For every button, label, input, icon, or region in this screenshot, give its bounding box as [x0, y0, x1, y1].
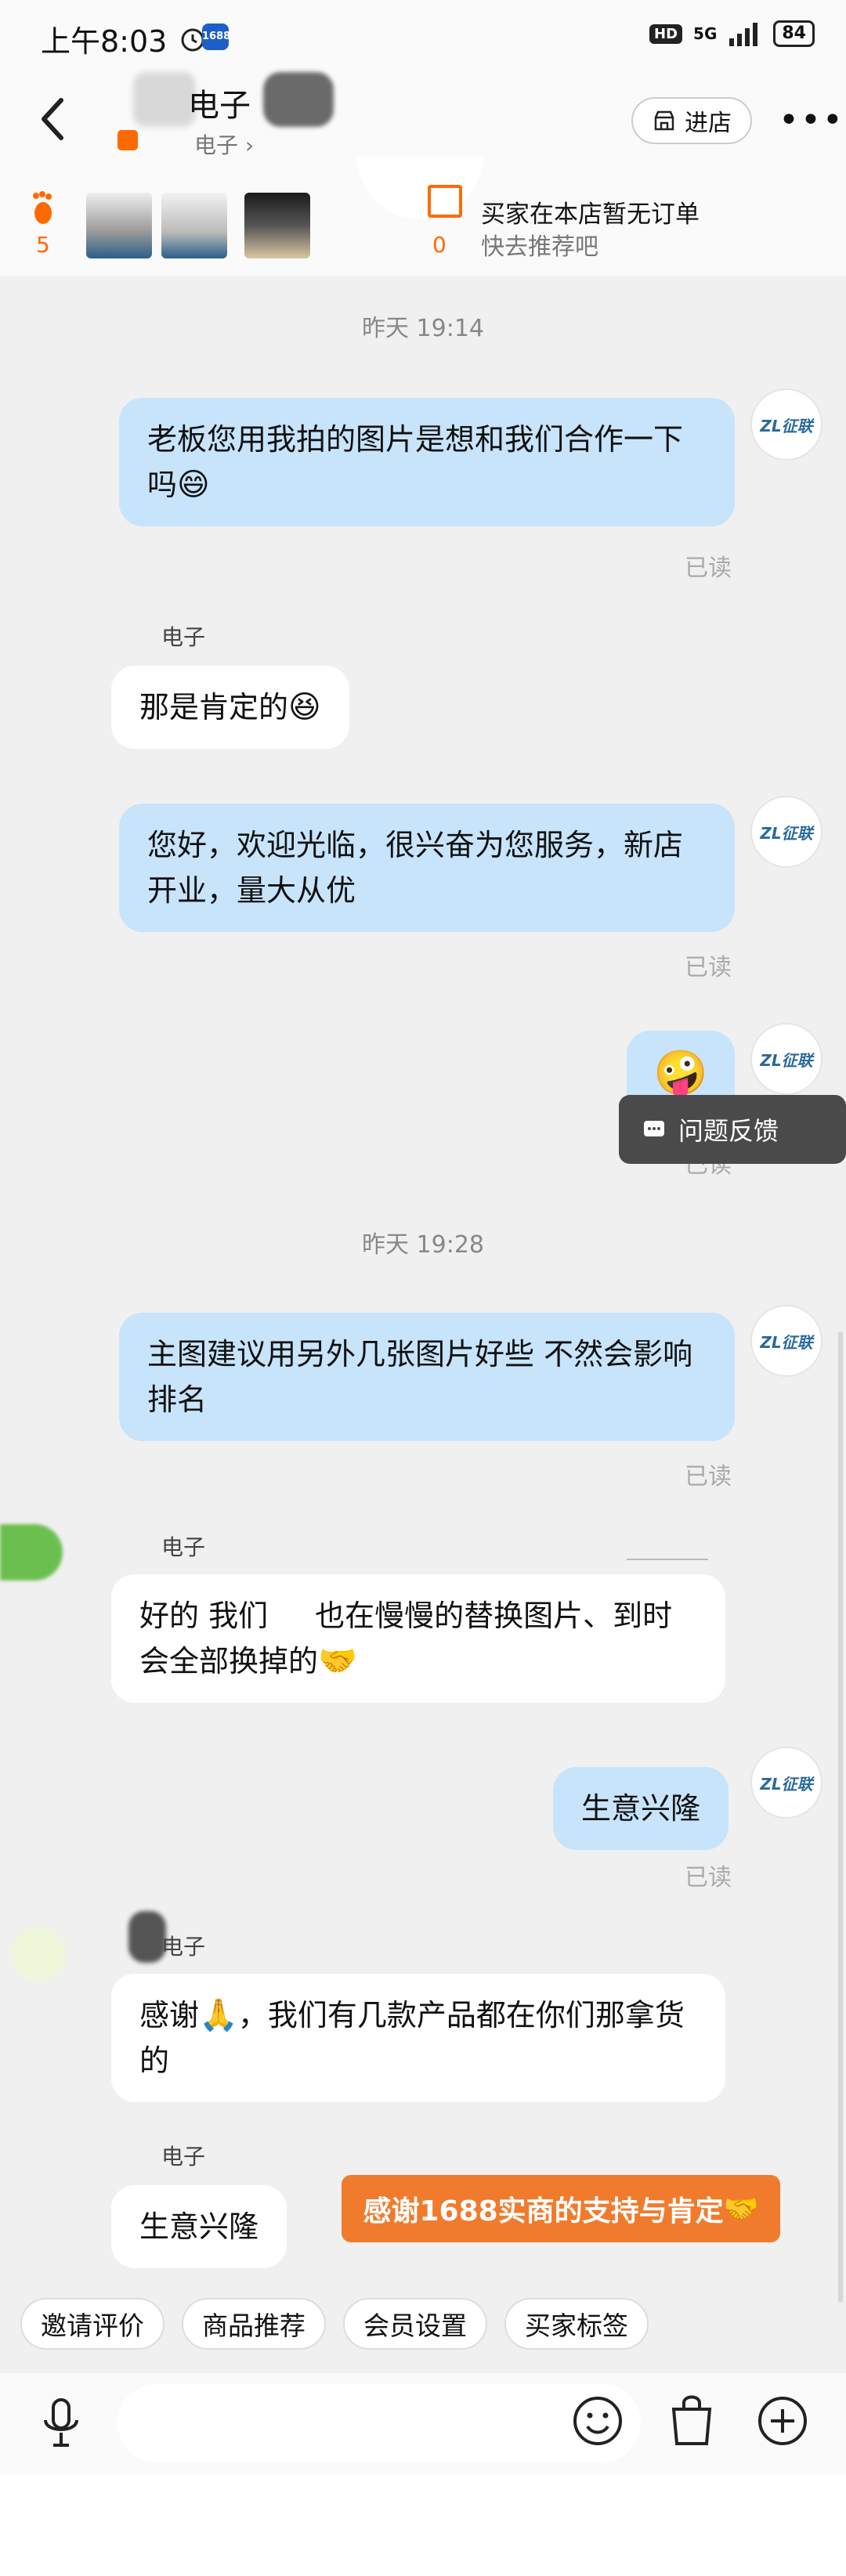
- avatar-logo: ZL征联: [760, 416, 813, 435]
- message-bubble-theirs[interactable]: 那是肯定的😆: [111, 666, 349, 749]
- message-text: 老板您用我拍的图片是想和我们合作一下吗: [147, 422, 684, 502]
- app-badge: 1688: [202, 23, 230, 50]
- message-bubble-mine[interactable]: 主图建议用另外几张图片好些 不然会影响排名: [119, 1313, 735, 1441]
- redacted-avatar: [133, 72, 196, 127]
- product-thumbnail[interactable]: [161, 193, 227, 258]
- avatar-logo: ZL征联: [760, 1332, 813, 1352]
- avatar-logo: ZL征联: [760, 1774, 813, 1794]
- microphone-icon[interactable]: [39, 2397, 83, 2455]
- zany-emoji: 🤪: [653, 1048, 708, 1099]
- sender-name: 电子: [161, 1534, 206, 1560]
- redacted-avatar: [11, 1927, 66, 1982]
- order-icon: [428, 185, 462, 218]
- message-text: 那是肯定的: [139, 690, 289, 724]
- thanks-badge: 感谢1688实商的支持与肯定 🤝: [342, 2175, 780, 2242]
- chat-subtitle[interactable]: 电子 ›: [194, 128, 254, 160]
- member-settings-chip[interactable]: 会员设置: [343, 2298, 487, 2350]
- message-bubble-theirs[interactable]: 好的 我们 也在慢慢的替换图片、到时会全部换掉的🤝: [111, 1574, 725, 1703]
- footprint-count: 5: [36, 232, 50, 258]
- hd-icon: HD: [649, 23, 683, 44]
- more-menu-button[interactable]: •••: [779, 100, 844, 140]
- shopping-bag-icon[interactable]: [667, 2392, 716, 2451]
- order-status-text: 买家在本店暂无订单: [481, 201, 700, 229]
- sender-name: 电子: [161, 2144, 206, 2170]
- thanks-badge-text: 感谢1688实商的支持与肯定: [363, 2195, 724, 2227]
- shop-level-icon: [118, 130, 138, 150]
- handshake-emoji: 🤝: [723, 2193, 759, 2225]
- signal-icon: [729, 23, 758, 46]
- enter-shop-label: 进店: [685, 110, 732, 137]
- message-text: 生意兴隆: [139, 2209, 259, 2244]
- scrollbar[interactable]: [838, 1331, 843, 2303]
- read-receipt: 已读: [685, 1864, 732, 1891]
- network-label: 5G: [693, 24, 718, 43]
- message-bubble-mine[interactable]: 老板您用我拍的图片是想和我们合作一下吗😄: [119, 398, 735, 526]
- read-receipt: 已读: [685, 954, 732, 981]
- message-text: 您好，欢迎光临，很兴奋为您服务，新店开业，量大从优: [147, 828, 684, 908]
- product-thumbnail[interactable]: [86, 193, 152, 258]
- emoji-icon[interactable]: [570, 2394, 625, 2451]
- bottom-area: [0, 2475, 846, 2576]
- my-avatar[interactable]: ZL征联: [750, 1305, 822, 1377]
- avatar-logo: ZL征联: [760, 1050, 813, 1070]
- order-count: 0: [432, 232, 446, 258]
- chat-dots-icon: [644, 1121, 664, 1136]
- add-icon[interactable]: [755, 2394, 810, 2451]
- product-recommend-chip[interactable]: 商品推荐: [182, 2298, 326, 2350]
- buyer-tags-chip[interactable]: 买家标签: [504, 2298, 649, 2350]
- status-time: 上午8:03: [41, 24, 168, 59]
- my-avatar[interactable]: ZL征联: [750, 1747, 822, 1819]
- sender-name: 电子: [161, 1934, 206, 1960]
- avatar-logo: ZL征联: [760, 823, 813, 843]
- message-text: 生意兴隆: [581, 1791, 701, 1826]
- redacted-avatar: [0, 1524, 63, 1581]
- product-thumbnail[interactable]: [244, 193, 310, 258]
- battery-icon: 84: [773, 20, 815, 47]
- read-receipt: 已读: [685, 1463, 732, 1490]
- chat-title: 电子: [188, 88, 251, 124]
- my-avatar[interactable]: ZL征联: [750, 388, 822, 461]
- message-text: 主图建议用另外几张图片好些 不然会影响排名: [147, 1337, 693, 1417]
- divider: [627, 1559, 708, 1560]
- invite-review-chip[interactable]: 邀请评价: [20, 2298, 164, 2350]
- message-bubble-theirs[interactable]: 生意兴隆: [111, 2185, 287, 2268]
- read-receipt: 已读: [685, 555, 732, 582]
- message-text: 好的 我们: [139, 1599, 269, 1633]
- sender-name: 电子: [161, 624, 206, 650]
- message-bubble-theirs[interactable]: 感谢🙏，我们有几款产品都在你们那拿货的: [111, 1974, 725, 2102]
- laughing-emoji: 😆: [288, 689, 321, 725]
- handshake-emoji: 🤝: [318, 1643, 357, 1679]
- order-hint-text[interactable]: 快去推荐吧: [481, 227, 598, 262]
- enter-shop-button[interactable]: 进店: [631, 97, 752, 144]
- grin-emoji: 😄: [177, 467, 210, 503]
- store-icon: [654, 110, 674, 131]
- status-icons: HD 5G 84: [649, 20, 815, 47]
- redacted-name: [128, 1911, 166, 1963]
- message-bubble-mine[interactable]: 生意兴隆: [553, 1767, 729, 1850]
- footprint-icon: [30, 191, 56, 233]
- timestamp: 昨天 19:28: [362, 1231, 484, 1259]
- my-avatar[interactable]: ZL征联: [750, 1023, 822, 1095]
- message-text: 感谢: [139, 1998, 200, 2032]
- feedback-button[interactable]: 问题反馈: [619, 1095, 846, 1164]
- message-bubble-mine[interactable]: 您好，欢迎光临，很兴奋为您服务，新店开业，量大从优: [119, 804, 735, 932]
- redacted-name: [263, 72, 334, 127]
- back-button[interactable]: [31, 88, 78, 150]
- my-avatar[interactable]: ZL征联: [750, 796, 822, 868]
- quick-actions: 邀请评价 商品推荐 会员设置 买家标签: [0, 2298, 846, 2350]
- pray-emoji: 🙏: [199, 1997, 238, 2033]
- feedback-label: 问题反馈: [678, 1116, 779, 1146]
- message-input[interactable]: [118, 2384, 641, 2462]
- timestamp: 昨天 19:14: [362, 315, 484, 342]
